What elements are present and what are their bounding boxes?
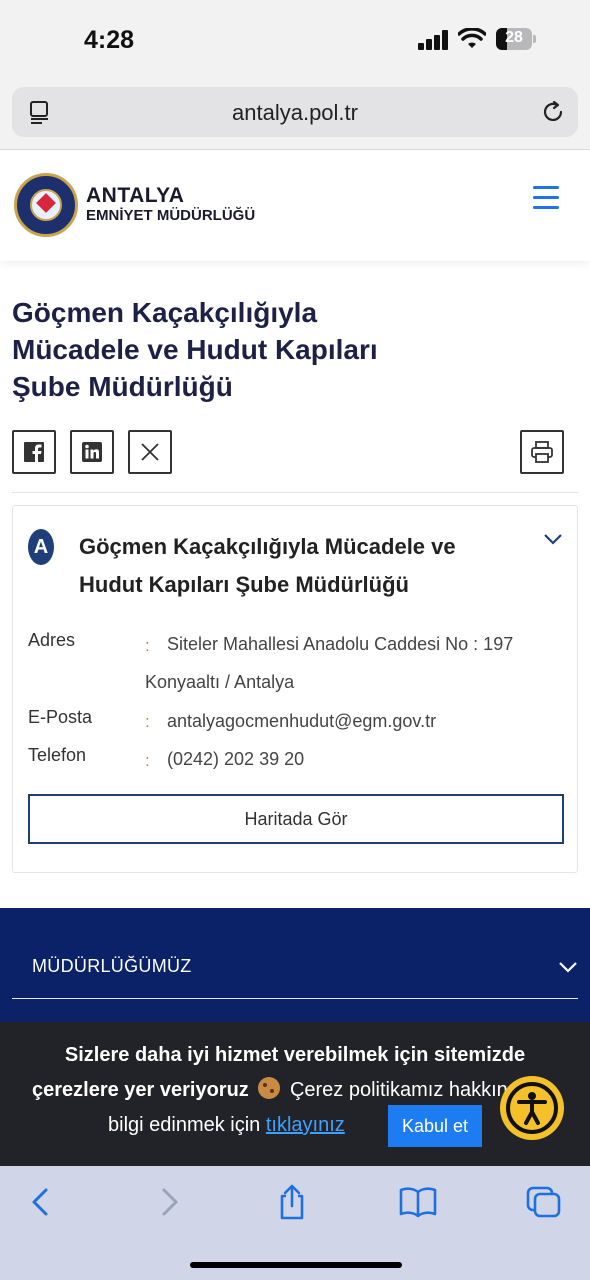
cookie-policy-link[interactable]: tıklayınız (266, 1114, 345, 1136)
cookie-text-line1: Sizlere daha iyi hizmet verebilmek için … (64, 1044, 526, 1066)
browser-address-area: antalya.pol.tr (0, 80, 590, 150)
battery-level: 28 (505, 29, 523, 46)
browser-toolbar (0, 1166, 590, 1280)
card-title[interactable]: Göçmen Kaçakçılığıyla Mücadele ve Hudut … (79, 528, 519, 604)
email-label: E-Posta (28, 707, 93, 727)
share-icon[interactable] (272, 1184, 312, 1220)
cookie-text-line2: çerezlere yer veriyoruz Çerez politikamı… (32, 1077, 530, 1102)
cookie-text-bold: çerezlere yer veriyoruz (32, 1079, 249, 1101)
accessibility-icon (506, 1082, 558, 1134)
reload-icon[interactable] (540, 99, 566, 125)
email-colon: : (145, 712, 150, 731)
site-subtitle[interactable]: EMNİYET MÜDÜRLÜĞÜ (86, 207, 255, 224)
tabs-icon[interactable] (524, 1184, 564, 1220)
phone-value[interactable]: (0242) 202 39 20 (167, 749, 304, 770)
battery-icon: 28 (496, 28, 536, 50)
address-bar[interactable]: antalya.pol.tr (12, 87, 578, 137)
email-value[interactable]: antalyagocmenhudut@egm.gov.tr (167, 711, 436, 732)
divider (12, 492, 578, 493)
footer-menu-item[interactable]: MÜDÜRLÜĞÜMÜZ (32, 956, 192, 977)
view-on-map-button[interactable]: Haritada Gör (28, 794, 564, 844)
wifi-icon (458, 28, 486, 48)
facebook-icon (24, 442, 44, 463)
x-icon (141, 443, 159, 461)
url-text[interactable]: antalya.pol.tr (12, 100, 578, 126)
signal-icon (418, 30, 450, 50)
home-indicator (190, 1262, 402, 1268)
back-icon[interactable] (22, 1184, 62, 1220)
contact-card: A Göçmen Kaçakçılığıyla Mücadele ve Hudu… (12, 505, 578, 873)
cookie-icon (258, 1077, 281, 1099)
print-button[interactable] (520, 430, 564, 474)
hamburger-menu-icon[interactable] (533, 186, 563, 214)
site-header: ANTALYA EMNİYET MÜDÜRLÜĞÜ (0, 151, 590, 261)
address-value: Siteler Mahallesi Anadolu Caddesi No : 1… (167, 634, 514, 654)
chevron-down-icon[interactable] (543, 532, 563, 546)
accessibility-button[interactable] (500, 1076, 564, 1140)
cookie-text-line3: bilgi edinmek için tıklayınız (108, 1114, 345, 1137)
linkedin-share-button[interactable] (70, 430, 114, 474)
police-logo-icon[interactable] (14, 173, 78, 237)
phone-colon: : (145, 751, 150, 770)
status-time: 4:28 (84, 26, 135, 54)
address-label: Adres (28, 630, 76, 650)
footer-divider (12, 998, 578, 999)
phone-label: Telefon (28, 745, 87, 765)
accept-cookies-button[interactable]: Kabul et (388, 1105, 482, 1147)
printer-icon (531, 441, 553, 463)
card-letter-badge: A (28, 529, 54, 565)
address-value-line2: Konyaaltı / Antalya (145, 672, 295, 692)
linkedin-icon (82, 442, 102, 462)
status-bar: 4:28 28 (0, 0, 590, 80)
cookie-text-rest: Çerez politikamız hakkında (289, 1079, 531, 1101)
address-colon: : (145, 636, 150, 655)
page-title: Göçmen Kaçakçılığıyla Mücadele ve Hudut … (12, 297, 378, 402)
cookie-text-prefix: bilgi edinmek için (108, 1114, 261, 1136)
forward-icon[interactable] (148, 1184, 188, 1220)
chevron-down-icon[interactable] (558, 960, 578, 974)
site-title[interactable]: ANTALYA (86, 184, 184, 208)
x-share-button[interactable] (128, 430, 172, 474)
facebook-share-button[interactable] (12, 430, 56, 474)
bookmarks-icon[interactable] (398, 1184, 438, 1220)
